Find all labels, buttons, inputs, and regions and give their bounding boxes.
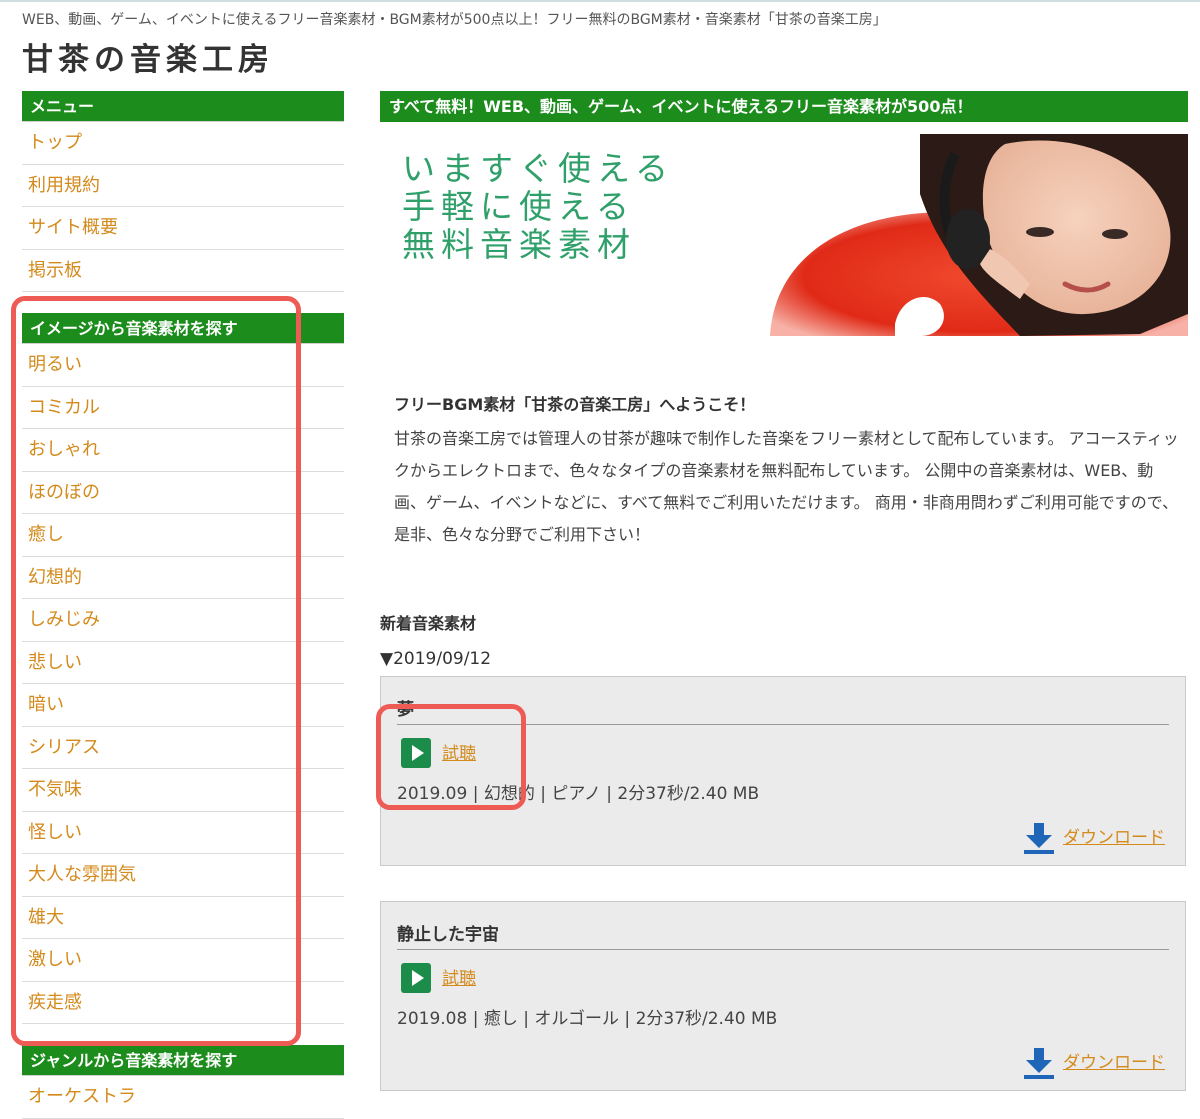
sidebar-item-image[interactable]: シリアス xyxy=(22,727,344,769)
sidebar-item-image[interactable]: 癒し xyxy=(22,514,344,557)
sidebar-item-image[interactable]: 大人な雰囲気 xyxy=(22,854,344,897)
play-icon[interactable] xyxy=(401,738,431,768)
intro-section: フリーBGM素材「甘茶の音楽工房」へようこそ！ 甘茶の音楽工房では管理人の甘茶が… xyxy=(394,391,1184,551)
menu-list: トップ 利用規約 サイト概要 掲示板 xyxy=(22,122,344,292)
sidebar: メニュー トップ 利用規約 サイト概要 掲示板 イメージから音楽素材を探す 明る… xyxy=(22,91,344,1119)
track-card: 静止した宇宙 試聴 2019.08 | 癒し | オルゴール | 2分37秒/2… xyxy=(380,901,1186,1091)
download-link[interactable]: ダウンロード xyxy=(1063,1048,1165,1073)
hero-line: いますぐ使える xyxy=(402,149,675,188)
sidebar-item-board[interactable]: 掲示板 xyxy=(22,250,344,292)
hero-line: 手軽に使える xyxy=(402,187,636,226)
hero-line: 無料音楽素材 xyxy=(402,225,636,264)
sidebar-item-image[interactable]: 怪しい xyxy=(22,812,344,854)
sidebar-item-image[interactable]: 明るい xyxy=(22,344,344,387)
genre-list: オーケストラ xyxy=(22,1076,344,1119)
track-title: 夢 xyxy=(397,695,1169,725)
sidebar-item-top[interactable]: トップ xyxy=(22,122,344,165)
date-heading: ▼2019/09/12 xyxy=(380,649,492,669)
sidebar-item-image[interactable]: 疾走感 xyxy=(22,982,344,1024)
site-title[interactable]: 甘茶の音楽工房 xyxy=(22,34,274,79)
track-title: 静止した宇宙 xyxy=(397,920,1169,950)
image-search-heading: イメージから音楽素材を探す xyxy=(22,313,344,344)
sidebar-item-image[interactable]: 不気味 xyxy=(22,769,344,812)
main-heading: すべて無料！WEB、動画、ゲーム、イベントに使えるフリー音楽素材が500点！ xyxy=(380,91,1188,122)
site-tagline: WEB、動画、ゲーム、イベントに使えるフリー音楽素材・BGM素材が500点以上！… xyxy=(22,12,887,28)
sidebar-item-image[interactable]: 激しい xyxy=(22,939,344,982)
hero-catchphrase: いますぐ使える 手軽に使える 無料音楽素材 xyxy=(402,150,674,264)
genre-search-heading: ジャンルから音楽素材を探す xyxy=(22,1045,344,1076)
sidebar-item-genre[interactable]: オーケストラ xyxy=(22,1076,344,1119)
listen-link[interactable]: 試聴 xyxy=(442,739,476,764)
sidebar-item-image[interactable]: しみじみ xyxy=(22,599,344,642)
intro-body: 甘茶の音楽工房では管理人の甘茶が趣味で制作した音楽をフリー素材として配布していま… xyxy=(394,429,1179,544)
play-icon[interactable] xyxy=(401,963,431,993)
sidebar-item-image[interactable]: 悲しい xyxy=(22,642,344,684)
listen-link[interactable]: 試聴 xyxy=(442,964,476,989)
download-icon[interactable] xyxy=(1022,821,1056,855)
sidebar-item-terms[interactable]: 利用規約 xyxy=(22,165,344,207)
sidebar-item-image[interactable]: ほのぼの xyxy=(22,472,344,514)
sidebar-item-image[interactable]: 雄大 xyxy=(22,897,344,939)
track-meta: 2019.09 | 幻想的 | ピアノ | 2分37秒/2.40 MB xyxy=(397,784,760,804)
top-border xyxy=(0,0,1200,2)
download-icon[interactable] xyxy=(1022,1046,1056,1080)
track-card: 夢 試聴 2019.09 | 幻想的 | ピアノ | 2分37秒/2.40 MB… xyxy=(380,676,1186,866)
sidebar-item-image[interactable]: おしゃれ xyxy=(22,429,344,472)
menu-heading: メニュー xyxy=(22,91,344,122)
intro-title: フリーBGM素材「甘茶の音楽工房」へようこそ！ xyxy=(394,395,756,414)
main-content: すべて無料！WEB、動画、ゲーム、イベントに使えるフリー音楽素材が500点！ い… xyxy=(380,91,1188,1091)
track-meta: 2019.08 | 癒し | オルゴール | 2分37秒/2.40 MB xyxy=(397,1009,778,1029)
download-link[interactable]: ダウンロード xyxy=(1063,823,1165,848)
sidebar-item-image[interactable]: 幻想的 xyxy=(22,557,344,599)
sidebar-item-about[interactable]: サイト概要 xyxy=(22,207,344,250)
image-list: 明るい コミカル おしゃれ ほのぼの 癒し 幻想的 しみじみ 悲しい 暗い シリ… xyxy=(22,344,344,1024)
sidebar-item-image[interactable]: 暗い xyxy=(22,684,344,727)
sidebar-item-image[interactable]: コミカル xyxy=(22,387,344,429)
new-tracks-heading: 新着音楽素材 xyxy=(380,614,477,633)
hero-banner: いますぐ使える 手軽に使える 無料音楽素材 xyxy=(380,134,1188,336)
